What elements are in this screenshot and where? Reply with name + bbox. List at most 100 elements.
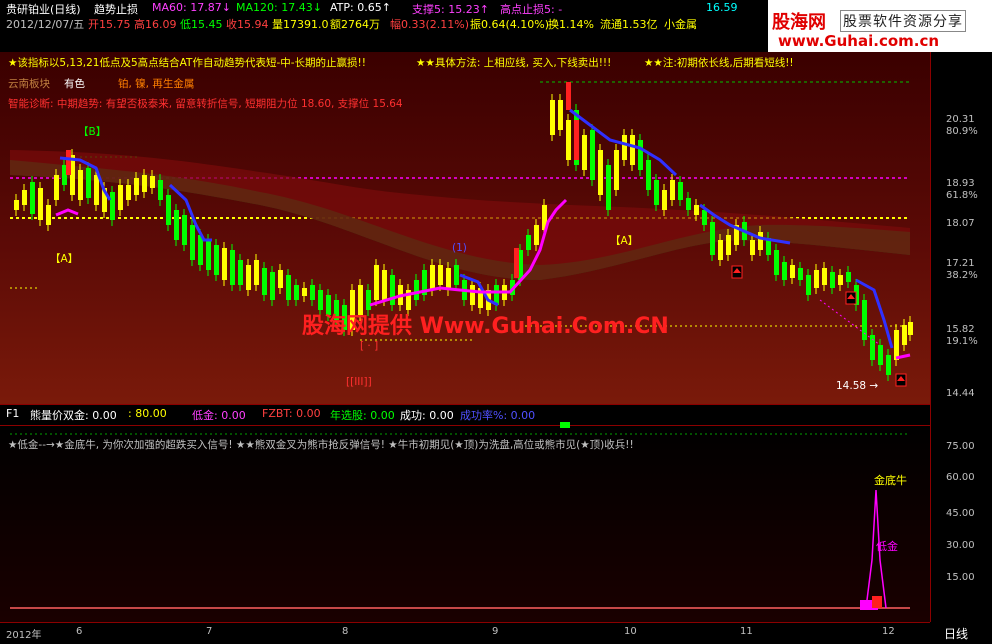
price-axis-label: 14.44	[946, 388, 975, 399]
candle	[46, 205, 51, 225]
banner-line1c: ★★注:初期依长线,后期看短线!!	[644, 57, 794, 69]
candle	[182, 215, 187, 245]
banner-line1b: ★★具体方法: 上相应线, 买入,下线卖出!!!	[416, 57, 612, 69]
candle	[438, 265, 443, 285]
candle	[126, 185, 131, 200]
candle	[830, 272, 835, 288]
label-dot-box: [ · ]	[360, 340, 379, 352]
indicator-name[interactable]: F1	[6, 407, 19, 420]
candle	[14, 200, 19, 210]
candle	[262, 268, 267, 295]
candle	[294, 285, 299, 300]
candle	[174, 210, 179, 240]
indicator-marker	[560, 422, 570, 428]
price-axis-label: 18.93	[946, 178, 975, 189]
lower-panel-note: ★低金--→★金底牛, 为你次加强的超跌买入信号! ★★熊双金叉为熊市抢反弹信号…	[8, 439, 634, 451]
candle	[822, 268, 827, 285]
candle-red	[566, 82, 571, 110]
candle	[694, 205, 699, 215]
candle	[134, 178, 139, 195]
candle	[790, 265, 795, 278]
candle	[702, 210, 707, 225]
candle	[678, 182, 683, 200]
candle	[582, 135, 587, 170]
candle	[302, 288, 307, 296]
date-axis-label: 12	[882, 626, 895, 637]
candle	[646, 160, 651, 190]
candle	[390, 275, 395, 305]
candle	[214, 245, 219, 275]
candle	[908, 322, 913, 335]
candle	[662, 190, 667, 210]
price-axis-label: 38.2%	[946, 270, 978, 281]
indicator-axis-label: 30.00	[946, 540, 975, 551]
price-axis-label: 17.21	[946, 258, 975, 269]
low-price-label: 14.58 →	[836, 380, 879, 392]
candle	[190, 225, 195, 260]
indicator-axis-label: 15.00	[946, 572, 975, 583]
candle	[78, 170, 83, 200]
candle-red	[66, 150, 71, 175]
indicator-value-3: FZBT: 0.00	[262, 407, 321, 420]
candle	[374, 265, 379, 300]
indicator-value-4: 年选股: 0.00	[330, 409, 395, 422]
candle	[782, 262, 787, 280]
date-axis-label: 11	[740, 626, 753, 637]
date-axis-label: 8	[342, 626, 349, 637]
candle	[750, 240, 755, 255]
candle	[726, 235, 731, 255]
candle-red	[574, 120, 579, 160]
candle	[158, 180, 163, 200]
price-axis-label: 61.8%	[946, 190, 978, 201]
date-axis-label: 10	[624, 626, 637, 637]
indicator-axis-label: 75.00	[946, 441, 975, 452]
candle	[470, 285, 475, 305]
label-a-box-left: 【A】	[50, 253, 79, 265]
candle	[558, 100, 563, 130]
candle	[206, 240, 211, 270]
candle	[614, 150, 619, 190]
candle	[270, 272, 275, 300]
candle	[446, 268, 451, 290]
candle	[382, 270, 387, 300]
label-one: (1)	[452, 242, 467, 254]
date-axis-label: 9	[492, 626, 499, 637]
candle	[606, 165, 611, 210]
price-axis-label: 18.07	[946, 218, 975, 229]
candle	[38, 188, 43, 220]
candle	[110, 192, 115, 220]
candle	[366, 290, 371, 310]
candle	[630, 135, 635, 165]
price-axis-label: 15.82	[946, 324, 975, 335]
date-axis-label: 2012年	[6, 630, 42, 641]
smart-diagnosis: 智能诊断: 中期趋势: 有望否极泰来, 留意转折信号, 短期阻力位 18.60,…	[8, 98, 403, 110]
candle	[566, 120, 571, 160]
candle	[886, 355, 891, 375]
candle	[622, 135, 627, 160]
candle	[414, 280, 419, 300]
banner-line1: ★该指标以5,13,21低点及5高点结合AT作自动趋势代表短-中-长期的止赢损!…	[8, 57, 366, 69]
candle	[798, 268, 803, 280]
date-axis-label: 7	[206, 626, 213, 637]
gold-bull-label: 金底牛	[874, 474, 907, 487]
label-a-box-mid: 【A】	[610, 235, 639, 247]
sector-label: 云南板块	[8, 78, 50, 90]
label-iii-box: [[III]]	[346, 376, 372, 388]
candle	[318, 290, 323, 310]
candle	[54, 175, 59, 200]
candle	[166, 195, 171, 225]
indicator-value-0: 熊量价双金: 0.00	[30, 409, 117, 422]
candle	[894, 330, 899, 360]
candle	[870, 335, 875, 360]
sector-value: 有色	[64, 78, 85, 90]
candle	[774, 250, 779, 275]
candle	[278, 270, 283, 288]
candle	[246, 265, 251, 290]
candle	[94, 175, 99, 205]
candle	[550, 100, 555, 135]
candle	[814, 270, 819, 288]
candle	[718, 240, 723, 260]
candle	[846, 272, 851, 282]
candle	[286, 275, 291, 300]
indicator-value-5: 成功: 0.00	[400, 409, 454, 422]
